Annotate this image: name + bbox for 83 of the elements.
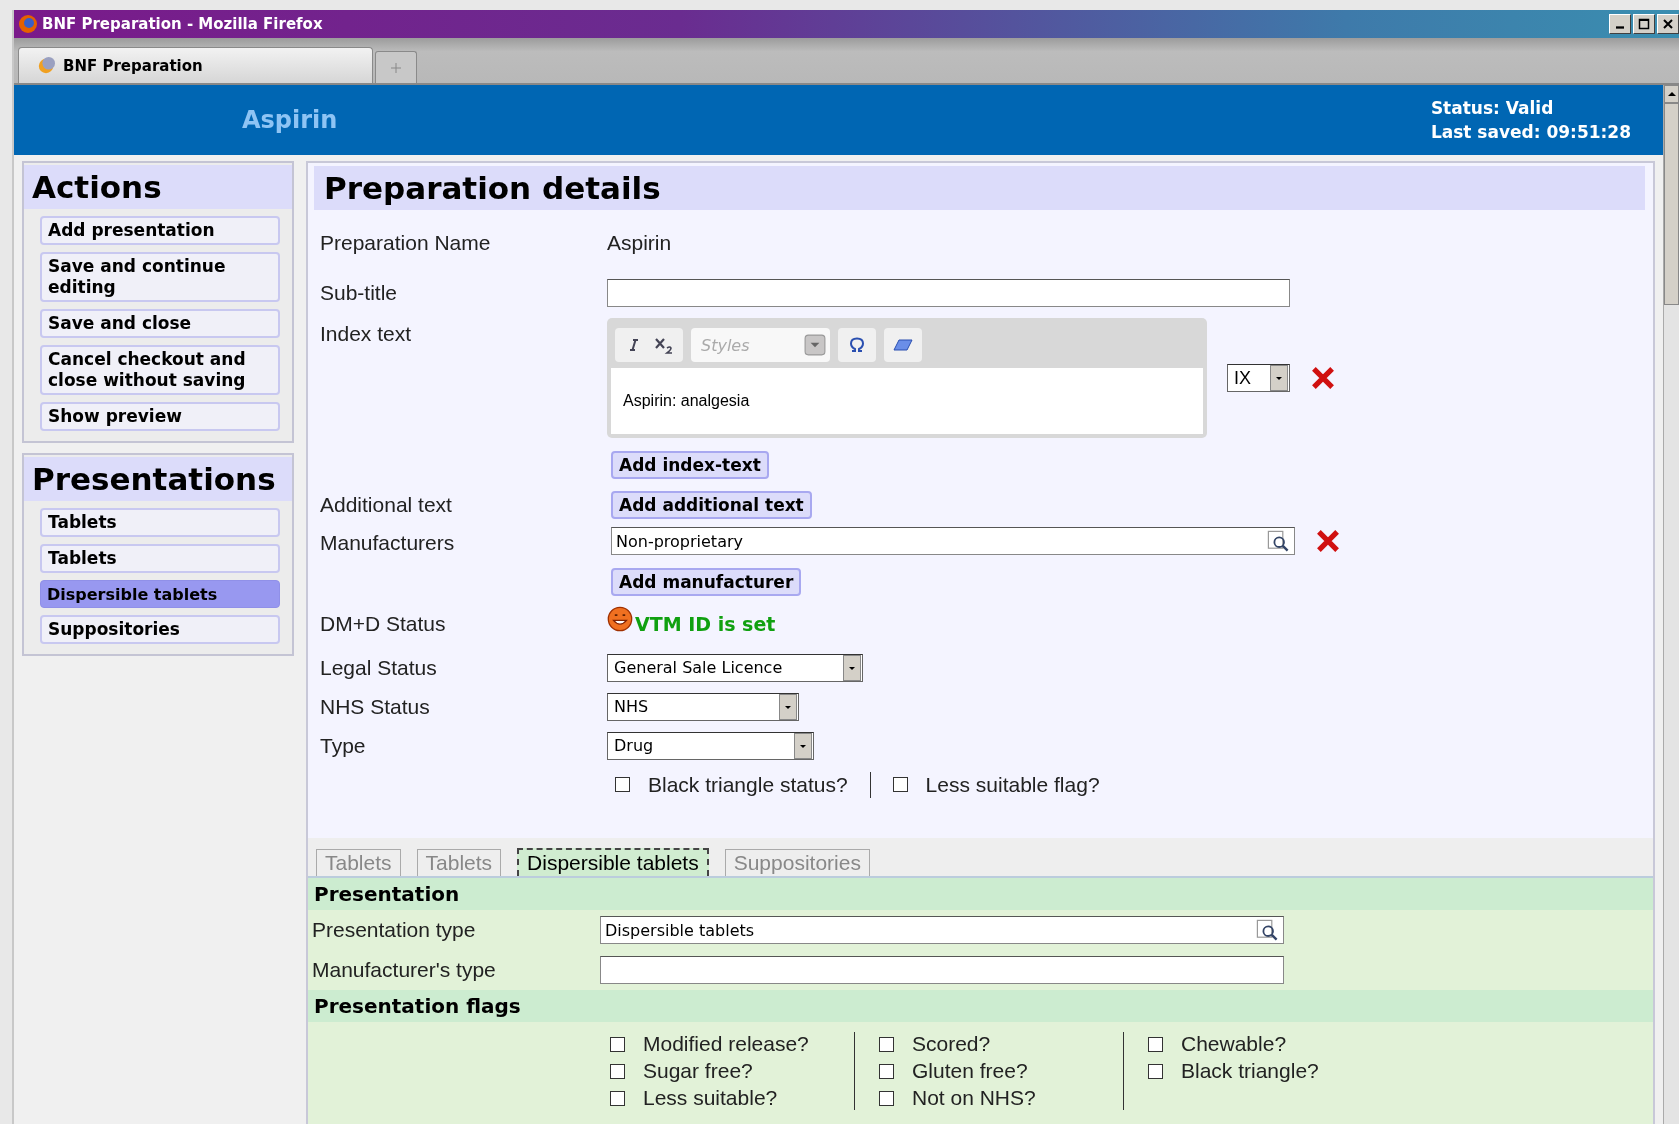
section-heading: Preparation details: [314, 166, 1645, 210]
window-title: BNF Preparation - Mozilla Firefox: [42, 15, 323, 33]
add-index-text-button[interactable]: Add index-text: [611, 451, 769, 479]
page-title: Aspirin: [242, 106, 338, 134]
checkbox[interactable]: [610, 1063, 625, 1079]
checkbox-label: Less suitable?: [643, 1086, 778, 1110]
checkbox-label: Black triangle?: [1181, 1059, 1319, 1083]
minimize-button[interactable]: [1609, 14, 1631, 34]
panel-heading: Actions: [24, 165, 292, 209]
field-label: Manufacturers: [320, 531, 456, 555]
add-additional-text-button[interactable]: Add additional text: [611, 491, 812, 519]
nhs-status-dropdown[interactable]: NHS: [607, 692, 799, 721]
manufacturer-type-field[interactable]: [600, 956, 1284, 984]
browser-tab[interactable]: BNF Preparation: [18, 47, 373, 83]
close-icon: [1662, 18, 1674, 30]
section-heading: Presentation: [308, 878, 1653, 910]
checkbox-label: Not on NHS?: [912, 1086, 1036, 1110]
checkbox[interactable]: [610, 1036, 625, 1052]
checkbox-label: Modified release?: [643, 1032, 809, 1056]
lookup-icon[interactable]: [1266, 529, 1290, 553]
close-button[interactable]: [1657, 14, 1679, 34]
delete-icon[interactable]: [1315, 528, 1341, 554]
action-button[interactable]: Show preview: [40, 402, 280, 431]
section-heading: Presentation flags: [308, 990, 1653, 1022]
field-label: Additional text: [320, 493, 453, 517]
presentation-type-field[interactable]: Dispersible tablets: [600, 916, 1284, 944]
field-label: Legal Status: [320, 655, 438, 680]
checkbox-label: Chewable?: [1181, 1032, 1287, 1056]
field-label: Type: [320, 733, 367, 758]
presentation-item[interactable]: Tablets: [40, 508, 280, 537]
scroll-up-icon[interactable]: [1666, 89, 1677, 99]
presentation-item[interactable]: Tablets: [40, 544, 280, 573]
smiley-icon: [607, 606, 633, 632]
manufacturer-field[interactable]: Non-proprietary: [611, 527, 1295, 555]
presentation-item[interactable]: Suppositories: [40, 615, 280, 644]
presentation-tab[interactable]: Dispersible tablets: [517, 848, 709, 876]
checkbox[interactable]: [879, 1090, 894, 1106]
action-button[interactable]: Cancel checkout and close without saving: [40, 345, 280, 395]
globe-icon: [18, 14, 38, 34]
status-text: Status: Valid: [1430, 98, 1555, 118]
field-label: Manufacturer's type: [311, 958, 497, 982]
checkbox[interactable]: [892, 777, 908, 792]
maximize-button[interactable]: [1633, 14, 1655, 34]
checkbox[interactable]: [610, 1090, 625, 1106]
add-manufacturer-button[interactable]: Add manufacturer: [611, 568, 802, 596]
type-dropdown[interactable]: Drug: [607, 731, 814, 760]
action-button[interactable]: Save and continue editing: [40, 252, 280, 302]
field-label: DM+D Status: [320, 612, 447, 636]
scrollbar[interactable]: [1663, 85, 1679, 1124]
action-button[interactable]: Add presentation: [40, 216, 280, 245]
preparation-name-value: Aspirin: [607, 231, 672, 255]
plus-icon: [390, 61, 402, 74]
action-button[interactable]: Save and close: [40, 309, 280, 338]
scrollbar-thumb[interactable]: [1664, 103, 1679, 305]
checkbox[interactable]: [879, 1063, 894, 1079]
caret-icon: [804, 334, 826, 356]
panel-heading: Presentations: [24, 457, 292, 501]
field-label: Preparation Name: [320, 231, 492, 255]
minimize-icon: [1616, 26, 1624, 29]
loading-icon: [37, 56, 55, 75]
checkbox[interactable]: [1148, 1063, 1163, 1079]
editor-text[interactable]: Aspirin: analgesia: [611, 368, 1203, 434]
last-saved-text: Last saved: 09:51:28: [1430, 122, 1631, 142]
checkbox[interactable]: [615, 777, 630, 792]
subtitle-field[interactable]: [607, 279, 1290, 307]
legal-status-dropdown[interactable]: General Sale Licence: [607, 653, 863, 682]
field-label: Sub-title: [320, 281, 399, 305]
field-label: NHS Status: [320, 694, 431, 719]
checkbox-label: Less suitable flag?: [925, 772, 1100, 797]
lookup-icon[interactable]: [1255, 918, 1279, 942]
field-label: Presentation type: [311, 918, 477, 942]
index-type-dropdown[interactable]: IX: [1227, 364, 1290, 392]
checkbox-label: Scored?: [912, 1032, 991, 1056]
dmd-status-text: VTM ID is set: [635, 613, 776, 635]
checkbox-label: Black triangle status?: [648, 772, 848, 797]
checkbox[interactable]: [1148, 1036, 1163, 1052]
checkbox[interactable]: [879, 1036, 894, 1052]
presentation-item[interactable]: Dispersible tablets: [40, 580, 280, 608]
field-label: Index text: [320, 322, 413, 346]
maximize-icon: [1638, 18, 1650, 30]
delete-icon[interactable]: [1310, 365, 1336, 391]
checkbox-label: Gluten free?: [912, 1059, 1028, 1083]
checkbox-label: Sugar free?: [643, 1059, 753, 1083]
